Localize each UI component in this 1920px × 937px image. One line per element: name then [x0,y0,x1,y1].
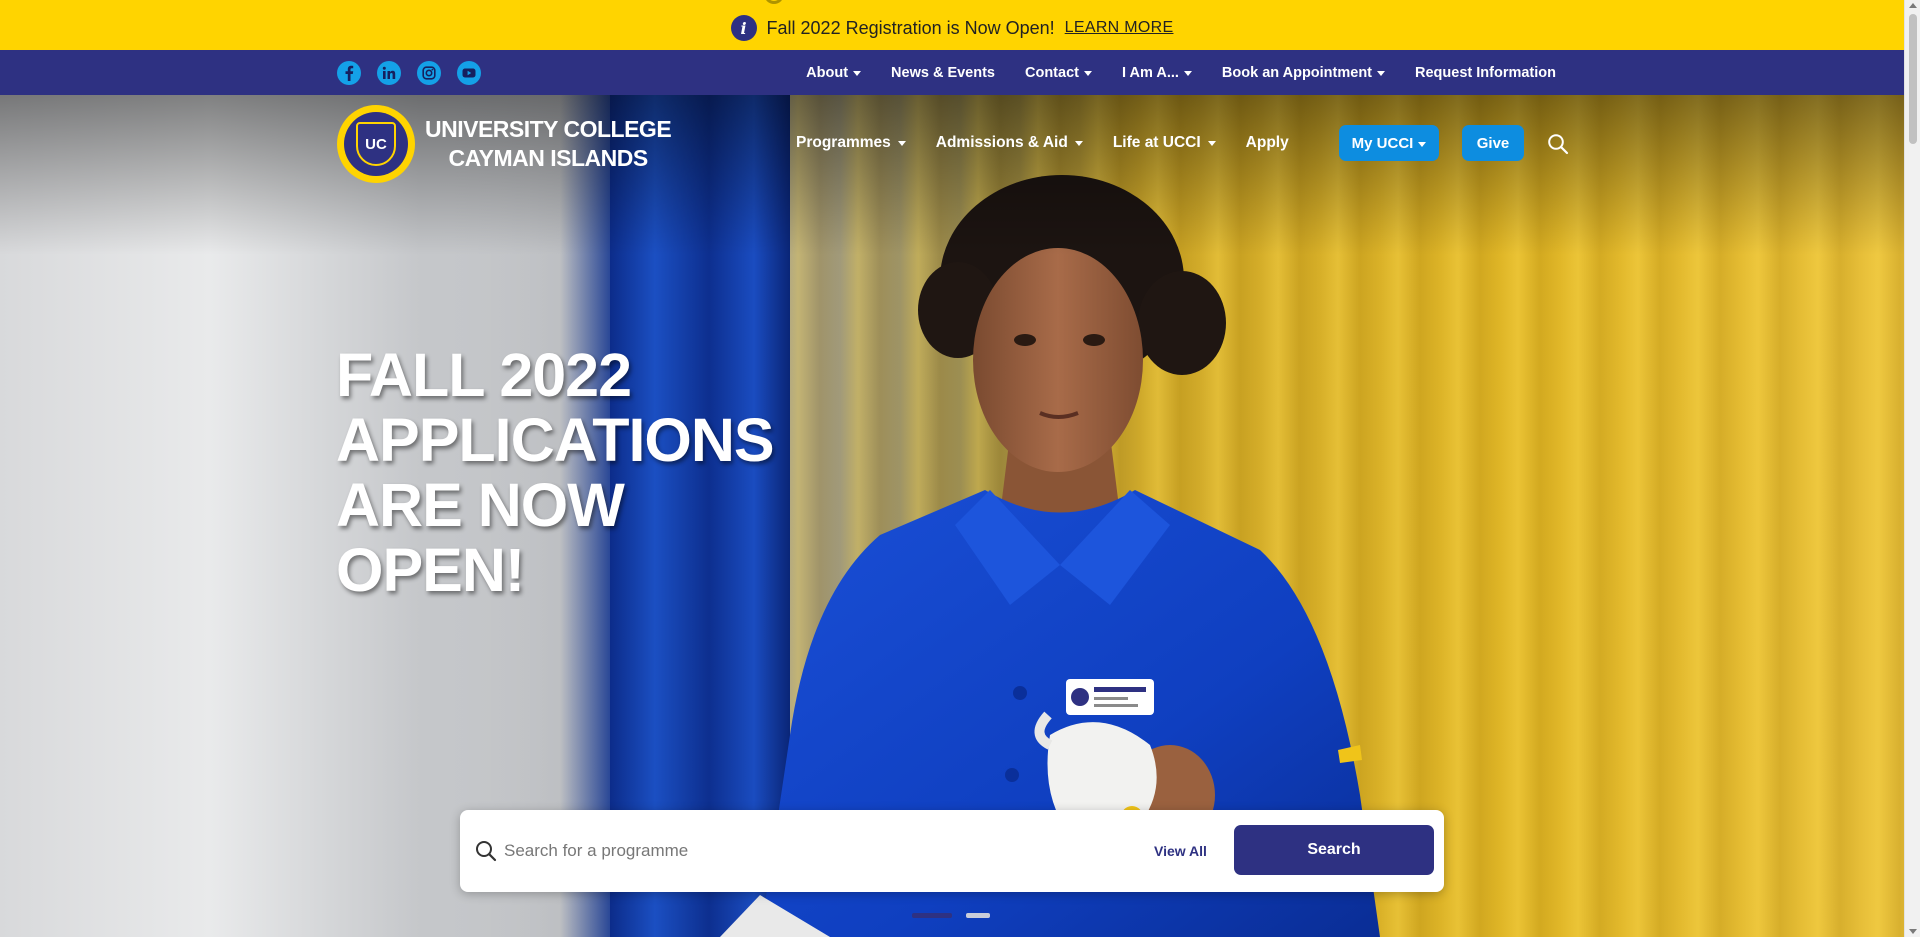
nav-contact-label: Contact [1025,64,1079,81]
utility-nav: About News & Events Contact I Am A... Bo… [806,50,1556,95]
nav-book-appointment[interactable]: Book an Appointment [1221,64,1386,81]
crest-shield: UC [356,122,396,166]
nav-news-events[interactable]: News & Events [891,65,995,81]
search-icon [476,841,497,862]
caret-down-icon [1083,71,1092,76]
caret-down-icon [1377,71,1386,76]
nav-book-label: Book an Appointment [1221,64,1373,81]
logo-wordmark: UNIVERSITY COLLEGE CAYMAN ISLANDS [425,115,672,173]
ucci-logo[interactable]: UC UNIVERSITY COLLEGE CAYMAN ISLANDS [337,105,672,183]
give-label: Give [1476,134,1510,152]
social-links [337,61,481,85]
carousel-dot-2[interactable] [966,913,990,918]
carousel-indicators [912,913,990,918]
announcement-bar: i Fall 2022 Registration is Now Open! LE… [0,0,1904,50]
nav-apply[interactable]: Apply [1246,134,1289,152]
view-all-link[interactable]: View All [1154,843,1207,859]
my-ucci-button[interactable]: My UCCI [1339,125,1439,161]
give-button[interactable]: Give [1462,125,1524,161]
logo-line-2: CAYMAN ISLANDS [448,145,649,171]
nav-admissions-label: Admissions & Aid [935,133,1068,151]
nav-about-label: About [806,64,849,81]
instagram-icon[interactable] [417,61,441,85]
search-button[interactable]: Search [1234,825,1434,875]
nav-life-label: Life at UCCI [1112,133,1201,151]
headline-line-4: OPEN! [336,536,525,604]
youtube-icon[interactable] [457,61,481,85]
scroll-down-icon[interactable] [1909,929,1917,934]
nav-request-information[interactable]: Request Information [1415,65,1556,81]
search-icon[interactable] [1547,133,1569,155]
nav-request-label: Request Information [1415,64,1556,81]
facebook-icon[interactable] [337,61,361,85]
headline-line-3: ARE NOW [336,471,625,539]
nav-programmes-label: Programmes [796,133,891,151]
caret-down-icon [853,71,862,76]
headline-line-2: APPLICATIONS [336,406,775,474]
linkedin-icon[interactable] [377,61,401,85]
nav-i-am-a[interactable]: I Am A... [1122,65,1192,81]
nav-life-at-ucci[interactable]: Life at UCCI [1113,134,1216,152]
crest-icon: UC [337,105,415,183]
caret-down-icon [897,141,906,146]
caret-down-icon [1418,141,1427,147]
my-ucci-label: My UCCI [1351,134,1414,152]
caret-down-icon [1074,141,1083,146]
nav-about[interactable]: About [806,64,862,81]
nav-admissions-aid[interactable]: Admissions & Aid [936,134,1083,152]
caret-down-icon [1207,141,1216,146]
headline-line-1: FALL 2022 [336,341,632,409]
nav-contact[interactable]: Contact [1025,65,1092,81]
page-scrollbar[interactable] [1904,0,1920,937]
hero-headline: FALL 2022 APPLICATIONS ARE NOW OPEN! [336,341,775,604]
loading-spinner [764,0,784,4]
nav-apply-label: Apply [1245,133,1289,151]
learn-more-link[interactable]: LEARN MORE [1065,19,1174,37]
scroll-thumb[interactable] [1909,14,1917,144]
utility-bar: About News & Events Contact I Am A... Bo… [0,50,1904,95]
nav-news-label: News & Events [891,64,995,81]
info-icon: i [730,15,757,41]
caret-down-icon [1183,71,1192,76]
logo-line-1: UNIVERSITY COLLEGE [425,116,672,142]
nav-programmes[interactable]: Programmes [796,134,906,152]
main-nav: Programmes Admissions & Aid Life at UCCI… [796,95,1289,190]
nav-i-am-label: I Am A... [1121,64,1179,81]
scroll-up-icon[interactable] [1909,3,1917,8]
announcement-text: Fall 2022 Registration is Now Open! [766,17,1055,38]
programme-search-input[interactable] [504,830,1104,872]
carousel-dot-1[interactable] [912,913,952,918]
programme-search-box: View All Search [460,810,1444,892]
